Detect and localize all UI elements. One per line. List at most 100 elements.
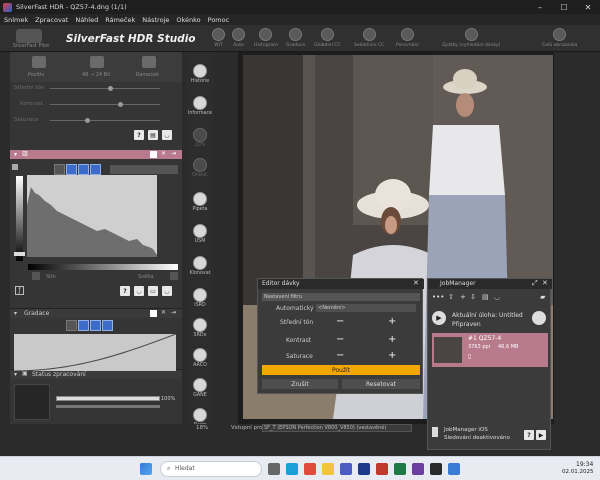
teams-icon[interactable] <box>340 463 352 475</box>
saturation-minus-button[interactable]: − <box>336 350 344 361</box>
reset-curve-icon[interactable]: ƒ <box>15 286 24 295</box>
gradation-export-icon[interactable]: ⇥ <box>171 309 176 316</box>
menu-item-okenko[interactable]: Okénko <box>176 16 200 24</box>
midtone-minus-button[interactable]: − <box>336 316 344 327</box>
close-icon[interactable]: ✕ <box>161 150 166 157</box>
saturation-knob[interactable] <box>85 118 90 123</box>
app-icon-red[interactable] <box>376 463 388 475</box>
excel-icon[interactable] <box>394 463 406 475</box>
auto-select[interactable]: <Nemění> <box>316 304 416 312</box>
contrast-minus-button[interactable]: − <box>336 334 344 345</box>
bitdepth-icon[interactable] <box>90 56 104 68</box>
link-button[interactable]: ▭ <box>148 286 158 296</box>
vtool-6[interactable]: Klonovat <box>186 256 214 276</box>
tool-selective-cc[interactable]: Selektivní CC <box>354 26 384 52</box>
jobmanager-forward-button[interactable]: ▶ <box>536 430 546 440</box>
cancel-button[interactable]: Zrušit <box>262 379 338 389</box>
explorer-icon[interactable] <box>322 463 334 475</box>
tool-auto[interactable]: Auto <box>232 26 245 52</box>
midtone-plus-button[interactable]: + <box>388 316 396 327</box>
tool-global-cc[interactable]: Globální CC <box>314 26 341 52</box>
photoshop-icon[interactable] <box>358 463 370 475</box>
collapse-gradation-icon[interactable]: ▾ <box>14 310 17 317</box>
channel-cell-g[interactable] <box>78 164 89 175</box>
export-icon[interactable]: ⇥ <box>171 150 176 157</box>
channel-cell[interactable] <box>54 164 65 175</box>
contrast-slider[interactable] <box>50 104 160 105</box>
saturation-slider[interactable] <box>50 120 160 121</box>
tool-compare[interactable]: Porovnání <box>396 26 419 52</box>
eyedrop-icon[interactable] <box>12 164 18 170</box>
help-button-2[interactable]: ? <box>120 286 130 296</box>
tool-back-batch[interactable]: Zpátky (vyhledání dávky) <box>442 26 500 52</box>
curve-button[interactable]: ◡ <box>162 130 172 140</box>
jobmanager-close-icon[interactable]: ✕ <box>542 279 548 287</box>
app-icon-purple[interactable] <box>412 463 424 475</box>
frame-icon[interactable] <box>142 56 156 68</box>
saturation-plus-button[interactable]: + <box>388 350 396 361</box>
collapse-icon[interactable]: ▾ <box>14 151 17 158</box>
zoom-level[interactable]: 18% <box>196 425 208 431</box>
jobmanager-settings-icon[interactable] <box>532 311 546 325</box>
gradation-close-icon[interactable]: ✕ <box>161 309 166 316</box>
grad-channel-g[interactable] <box>90 320 101 331</box>
vtool-9[interactable]: AACO <box>186 348 214 368</box>
shadow-value[interactable] <box>32 272 40 280</box>
menu-item-zpracovat[interactable]: Zpracovat <box>35 16 68 24</box>
menu-button[interactable]: ▤ <box>148 130 158 140</box>
start-job-button[interactable]: ▶ <box>432 311 446 325</box>
collapse-status-icon[interactable]: ▾ <box>14 371 17 378</box>
add-icon[interactable]: + <box>460 293 466 301</box>
more-icon[interactable]: ••• <box>432 293 444 301</box>
job-item-selected[interactable]: #1 QZ57-4 3763 ppi 46,6 MB ▯ <box>432 333 548 367</box>
curve-button-2[interactable]: ◡ <box>162 286 172 296</box>
grad-channel-r[interactable] <box>78 320 89 331</box>
midtone-slider[interactable] <box>50 88 160 89</box>
vtool-5[interactable]: USM <box>186 224 214 244</box>
channel-cell-b[interactable] <box>90 164 101 175</box>
vtool-2[interactable]: 10% <box>186 128 214 148</box>
vtool-8[interactable]: SRDx <box>186 318 214 338</box>
positive-icon[interactable] <box>32 56 46 68</box>
histogram-header[interactable]: ▾ ▥ ✕ ⇥ <box>10 150 182 159</box>
vtool-0[interactable]: Historie <box>186 64 214 84</box>
curve-icon[interactable]: ◡ <box>494 293 500 301</box>
filter-settings-select[interactable]: Nastavení filtru <box>262 293 420 301</box>
tool-wit[interactable]: WiT <box>212 26 225 52</box>
tab-bitdepth[interactable]: 48 → 24 Bit <box>82 72 110 78</box>
editor-close-icon[interactable]: ✕ <box>413 279 419 287</box>
list-icon[interactable]: ▤ <box>482 293 489 301</box>
channel-select[interactable] <box>110 165 178 174</box>
maximize-button[interactable]: ☐ <box>552 0 576 14</box>
gradation-header[interactable]: ▾ Gradace ✕ ⇥ <box>10 308 182 318</box>
apply-button[interactable]: Použít <box>262 365 420 375</box>
jobmanager-expand-icon[interactable]: ⤢ <box>532 279 538 288</box>
app-icon-blue[interactable] <box>448 463 460 475</box>
contrast-knob[interactable] <box>118 102 123 107</box>
gradation-checkbox-icon[interactable] <box>150 310 157 317</box>
vtool-10[interactable]: GANE <box>186 378 214 398</box>
vtool-3[interactable]: Oranž. <box>186 158 214 178</box>
tab-positive[interactable]: Pozitiv <box>28 72 44 78</box>
task-view-icon[interactable] <box>268 463 280 475</box>
vtool-1[interactable]: Informace <box>186 96 214 116</box>
tab-frame[interactable]: Rámeček <box>136 72 159 78</box>
menu-item-pomoc[interactable]: Pomoc <box>208 16 230 24</box>
gradation-curve[interactable] <box>13 333 177 372</box>
help-button[interactable]: ? <box>134 130 144 140</box>
vtool-7[interactable]: iSRD <box>186 288 214 308</box>
contrast-plus-button[interactable]: + <box>388 334 396 345</box>
chrome-icon[interactable] <box>304 463 316 475</box>
folder-icon[interactable]: ▰ <box>540 293 545 301</box>
edge-icon[interactable] <box>286 463 298 475</box>
menu-item-snimek[interactable]: Snímek <box>4 16 28 24</box>
grad-channel-b[interactable] <box>102 320 113 331</box>
vtool-4[interactable]: Pipeta <box>186 192 214 212</box>
minimize-button[interactable]: – <box>528 0 552 14</box>
tool-histogram[interactable]: Histogram <box>254 26 278 52</box>
upload-icon[interactable]: ⇧ <box>448 293 454 301</box>
search-box[interactable]: ⌕ Hledat <box>160 461 262 477</box>
tool-gradation[interactable]: Gradace <box>286 26 305 52</box>
start-icon[interactable] <box>140 463 152 475</box>
highlight-value[interactable] <box>170 272 178 280</box>
